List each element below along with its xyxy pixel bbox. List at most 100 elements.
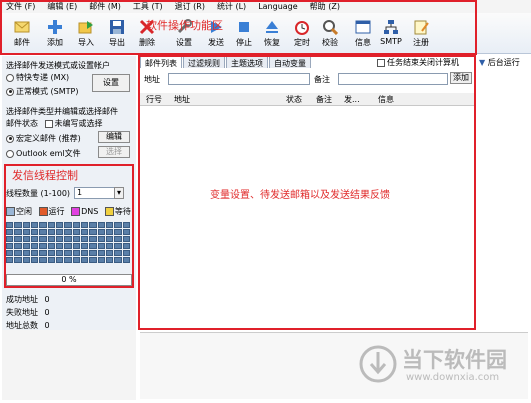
thread-cell <box>22 243 30 249</box>
thread-cell <box>31 229 39 235</box>
col-info[interactable]: 信息 <box>378 94 394 105</box>
thread-cell <box>97 236 105 242</box>
thread-cell <box>81 229 89 235</box>
thread-cell <box>89 250 97 256</box>
edit-mail-button[interactable]: 编辑 <box>98 131 130 143</box>
thread-cell <box>72 236 80 242</box>
thread-cell <box>31 243 39 249</box>
tab-subject-options[interactable]: 主题选项 <box>226 56 268 68</box>
thread-cell <box>106 222 114 228</box>
add-address-button[interactable]: 添加 <box>450 72 472 84</box>
run-swatch <box>38 207 48 216</box>
add-button[interactable]: 添加 <box>41 19 69 53</box>
register-button[interactable]: 注册 <box>407 19 435 53</box>
info-button[interactable]: 信息 <box>349 19 377 53</box>
stop-button[interactable]: 停止 <box>230 19 258 53</box>
smtp-settings-button[interactable]: 设置 <box>92 74 130 92</box>
success-stat: 成功地址 0 <box>6 295 50 304</box>
radio-macro[interactable]: 宏定义邮件 (推荐) <box>6 133 81 144</box>
thread-count-select[interactable]: 1 <box>74 187 116 199</box>
thread-cell <box>47 257 55 263</box>
address-input[interactable] <box>168 73 310 85</box>
thread-cell <box>6 250 14 256</box>
watermark-url: www.downxia.com <box>406 372 500 383</box>
thread-cell <box>6 236 14 242</box>
menu-stats[interactable]: 统计 (L) <box>211 1 252 12</box>
menu-edit[interactable]: 编辑 (E) <box>41 1 83 12</box>
schedule-button[interactable]: 定时 <box>288 19 316 53</box>
col-send[interactable]: 发... <box>344 94 360 105</box>
col-remark[interactable]: 备注 <box>316 94 332 105</box>
menu-mail[interactable]: 邮件 (M) <box>83 1 127 12</box>
thread-cell <box>47 250 55 256</box>
thread-cell <box>89 236 97 242</box>
thread-cell <box>14 257 22 263</box>
verify-button[interactable]: 校验 <box>316 19 344 53</box>
radio-special[interactable]: 特快专递 (MX) <box>6 72 69 83</box>
remark-label: 备注 <box>314 75 330 84</box>
thread-cell <box>6 222 14 228</box>
thread-cell <box>114 243 122 249</box>
thread-cell <box>39 229 47 235</box>
menu-language[interactable]: Language <box>252 2 303 11</box>
tab-mail-list[interactable]: 邮件列表 <box>140 56 182 68</box>
folder-import-icon <box>78 19 94 35</box>
thread-cell <box>47 229 55 235</box>
thread-cell <box>14 236 22 242</box>
thread-cell <box>56 229 64 235</box>
thread-cell <box>47 243 55 249</box>
thread-cell <box>72 243 80 249</box>
tab-filter-rules[interactable]: 过滤规则 <box>183 56 225 68</box>
chevron-down-icon[interactable]: ▾ <box>114 187 124 199</box>
background-run[interactable]: ▼ 后台运行 <box>479 57 520 68</box>
menu-unsubscribe[interactable]: 退订 (R) <box>169 1 211 12</box>
thread-cell <box>31 222 39 228</box>
menu-help[interactable]: 帮助 (Z) <box>304 1 346 12</box>
checkbox-icon[interactable] <box>44 119 53 128</box>
thread-cell <box>22 222 30 228</box>
thread-cell <box>81 243 89 249</box>
checkbox-icon <box>377 58 385 67</box>
mail-list[interactable]: 变量设置、待发送邮箱以及发送结果反馈 <box>140 106 474 328</box>
thread-cell <box>72 250 80 256</box>
thread-cell <box>31 257 39 263</box>
thread-cell <box>22 236 30 242</box>
thread-cell <box>114 257 122 263</box>
col-address[interactable]: 地址 <box>174 94 190 105</box>
thread-cell <box>64 236 72 242</box>
menu-tools[interactable]: 工具 (T) <box>127 1 169 12</box>
thread-cell <box>72 222 80 228</box>
thread-cell <box>14 222 22 228</box>
stop-icon <box>236 19 252 35</box>
shutdown-option[interactable]: 任务结束关闭计算机 <box>377 57 459 68</box>
select-eml-button[interactable]: 选择 <box>98 146 130 158</box>
thread-cell <box>47 222 55 228</box>
export-button[interactable]: 导出 <box>103 19 131 53</box>
wait-swatch <box>104 207 114 216</box>
mail-type-header: 选择邮件类型并编辑或选择邮件 <box>6 107 118 116</box>
resume-button[interactable]: 恢复 <box>258 19 286 53</box>
thread-cell <box>106 250 114 256</box>
radio-outlook[interactable]: Outlook eml文件 <box>6 148 81 159</box>
remark-input[interactable] <box>338 73 448 85</box>
thread-cell <box>14 243 22 249</box>
thread-cell <box>39 257 47 263</box>
col-line-number[interactable]: 行号 <box>146 94 162 105</box>
mail-status: 邮件状态 未编写或选择 <box>6 119 103 128</box>
send-mode-header: 选择邮件发送模式或设置帐户 <box>6 61 110 70</box>
alarm-clock-icon <box>294 19 310 35</box>
radio-icon <box>6 149 14 158</box>
window-info-icon <box>355 19 371 35</box>
radio-normal[interactable]: 正常模式 (SMTP) <box>6 86 78 97</box>
smtp-button[interactable]: SMTP <box>377 19 405 53</box>
menu-file[interactable]: 文件 (F) <box>0 1 41 12</box>
mail-button[interactable]: 邮件 <box>8 19 36 53</box>
thread-grid <box>6 222 130 266</box>
thread-cell <box>22 229 30 235</box>
thread-cell <box>14 250 22 256</box>
import-button[interactable]: 导入 <box>72 19 100 53</box>
thread-cell <box>106 229 114 235</box>
col-status[interactable]: 状态 <box>286 94 302 105</box>
tab-auto-variables[interactable]: 自动变量 <box>269 56 311 68</box>
thread-cell <box>39 250 47 256</box>
